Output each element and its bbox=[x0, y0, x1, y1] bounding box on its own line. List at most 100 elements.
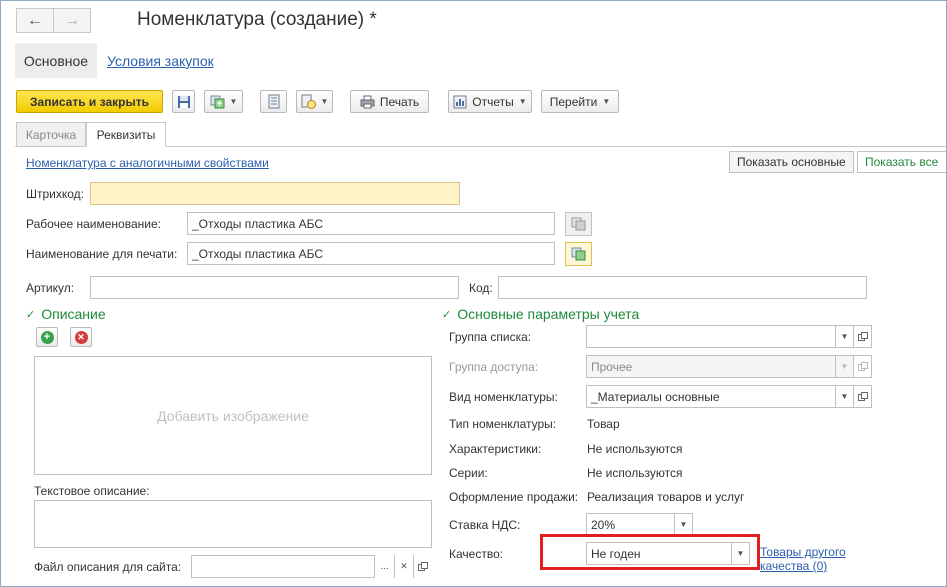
article-input[interactable] bbox=[90, 276, 459, 299]
type-value: Товар bbox=[587, 417, 620, 431]
description-section-toggle[interactable]: ✓ Описание bbox=[26, 306, 106, 322]
chevron-down-icon: ▼ bbox=[229, 97, 238, 106]
copy-name-button[interactable] bbox=[565, 212, 592, 236]
page-title: Номенклатура (создание) * bbox=[137, 9, 377, 30]
goto-button[interactable]: Перейти ▼ bbox=[541, 90, 619, 113]
kind-value: _Материалы основные bbox=[591, 389, 720, 404]
reports-label: Отчеты bbox=[472, 94, 514, 109]
print-name-input[interactable]: _Отходы пластика АБС bbox=[187, 242, 555, 265]
create-based-icon bbox=[210, 95, 225, 108]
printer-icon bbox=[360, 95, 375, 108]
chevron-down-icon: ▼ bbox=[602, 97, 611, 106]
attachments-button[interactable]: ▼ bbox=[296, 90, 333, 113]
open-icon[interactable] bbox=[413, 555, 432, 578]
copy-icon bbox=[571, 217, 586, 231]
save-and-close-button[interactable]: Записать и закрыть bbox=[16, 90, 163, 113]
image-area[interactable]: Добавить изображение bbox=[34, 356, 432, 475]
open-list-group-button[interactable] bbox=[853, 325, 872, 348]
type-label: Тип номенклатуры: bbox=[449, 417, 557, 431]
copy-icon bbox=[571, 247, 586, 261]
report-icon bbox=[453, 95, 467, 108]
nav-purchase-terms[interactable]: Условия закупок bbox=[107, 53, 214, 69]
forward-button[interactable]: → bbox=[53, 8, 91, 33]
list-group-label: Группа списка: bbox=[449, 330, 532, 344]
goto-label: Перейти bbox=[549, 94, 598, 109]
back-button[interactable]: ← bbox=[16, 8, 54, 33]
tab-card[interactable]: Карточка bbox=[16, 122, 86, 147]
reports-button[interactable]: Отчеты ▼ bbox=[448, 90, 532, 113]
vat-label: Ставка НДС: bbox=[449, 518, 521, 532]
characteristics-value: Не используются bbox=[587, 442, 683, 456]
chevron-down-icon[interactable]: ▼ bbox=[674, 514, 692, 535]
access-group-select: Прочее ▼ bbox=[586, 355, 854, 378]
arrow-left-icon: ← bbox=[27, 11, 43, 29]
document-list-icon bbox=[268, 94, 279, 109]
open-icon bbox=[857, 391, 868, 401]
sale-label: Оформление продажи: bbox=[449, 490, 579, 504]
vat-select[interactable]: 20% ▼ bbox=[586, 513, 693, 536]
document-clock-icon bbox=[301, 94, 316, 109]
chevron-down-icon: ▼ bbox=[320, 97, 329, 106]
chevron-down-icon: ✓ bbox=[26, 308, 36, 321]
other-quality-line2: качества (0) bbox=[760, 559, 828, 573]
site-file-label: Файл описания для сайта: bbox=[34, 560, 182, 574]
add-image-placeholder: Добавить изображение bbox=[157, 407, 309, 424]
chevron-down-icon: ▼ bbox=[518, 97, 527, 106]
tab-requisites[interactable]: Реквизиты bbox=[86, 122, 166, 147]
open-kind-button[interactable] bbox=[853, 385, 872, 408]
clear-icon[interactable]: ✕ bbox=[394, 555, 413, 578]
copy-print-name-button[interactable] bbox=[565, 242, 592, 266]
quality-label: Качество: bbox=[449, 547, 504, 561]
highlight-frame bbox=[540, 534, 760, 570]
open-icon bbox=[857, 361, 868, 371]
chevron-down-icon: ✓ bbox=[442, 308, 452, 321]
code-input[interactable] bbox=[498, 276, 867, 299]
arrow-right-icon: → bbox=[64, 11, 80, 29]
show-all-button[interactable]: Показать все bbox=[857, 151, 946, 173]
other-quality-line1: Товары другого bbox=[760, 545, 846, 559]
create-based-on-button[interactable]: ▼ bbox=[204, 90, 243, 113]
similar-properties-link[interactable]: Номенклатура с аналогичными свойствами bbox=[26, 156, 269, 170]
print-label: Печать bbox=[379, 94, 420, 109]
accounting-section-toggle[interactable]: ✓ Основные параметры учета bbox=[442, 306, 639, 322]
work-name-label: Рабочее наименование: bbox=[26, 217, 161, 231]
barcode-label: Штрихкод: bbox=[26, 187, 85, 201]
print-button[interactable]: Печать bbox=[350, 90, 429, 113]
text-description-field[interactable] bbox=[34, 500, 432, 548]
other-quality-goods-link[interactable]: Товары другого качества (0) bbox=[760, 545, 846, 573]
related-docs-button[interactable] bbox=[260, 90, 287, 113]
print-name-label: Наименование для печати: bbox=[26, 247, 178, 261]
series-value: Не используются bbox=[587, 466, 683, 480]
code-label: Код: bbox=[469, 281, 493, 295]
browse-button[interactable]: ... bbox=[374, 555, 394, 578]
chevron-down-icon: ▼ bbox=[835, 356, 853, 377]
article-label: Артикул: bbox=[26, 281, 75, 295]
list-group-select[interactable]: ▼ bbox=[586, 325, 854, 348]
open-access-group-button bbox=[853, 355, 872, 378]
delete-image-button[interactable]: ✕ bbox=[70, 327, 92, 347]
barcode-input[interactable] bbox=[90, 182, 460, 205]
chevron-down-icon[interactable]: ▼ bbox=[835, 386, 853, 407]
access-group-label: Группа доступа: bbox=[449, 360, 539, 374]
text-description-label: Текстовое описание: bbox=[34, 484, 150, 498]
chevron-down-icon[interactable]: ▼ bbox=[835, 326, 853, 347]
nav-main[interactable]: Основное bbox=[15, 43, 97, 78]
show-basic-button[interactable]: Показать основные bbox=[729, 151, 854, 173]
access-group-value: Прочее bbox=[591, 359, 633, 374]
description-heading: Описание bbox=[41, 306, 106, 322]
save-button[interactable] bbox=[172, 90, 195, 113]
accounting-heading: Основные параметры учета bbox=[457, 306, 640, 322]
window: ← → Номенклатура (создание) * Основное У… bbox=[0, 0, 947, 587]
series-label: Серии: bbox=[449, 466, 488, 480]
delete-icon: ✕ bbox=[74, 330, 88, 344]
floppy-icon bbox=[177, 95, 190, 108]
characteristics-label: Характеристики: bbox=[449, 442, 542, 456]
open-icon bbox=[857, 331, 868, 341]
sale-value: Реализация товаров и услуг bbox=[587, 490, 745, 504]
plus-icon: + bbox=[40, 330, 54, 344]
vat-value: 20% bbox=[591, 517, 616, 532]
add-image-button[interactable]: + bbox=[36, 327, 58, 347]
kind-select[interactable]: _Материалы основные ▼ bbox=[586, 385, 854, 408]
kind-label: Вид номенклатуры: bbox=[449, 390, 558, 404]
work-name-input[interactable]: _Отходы пластика АБС bbox=[187, 212, 555, 235]
